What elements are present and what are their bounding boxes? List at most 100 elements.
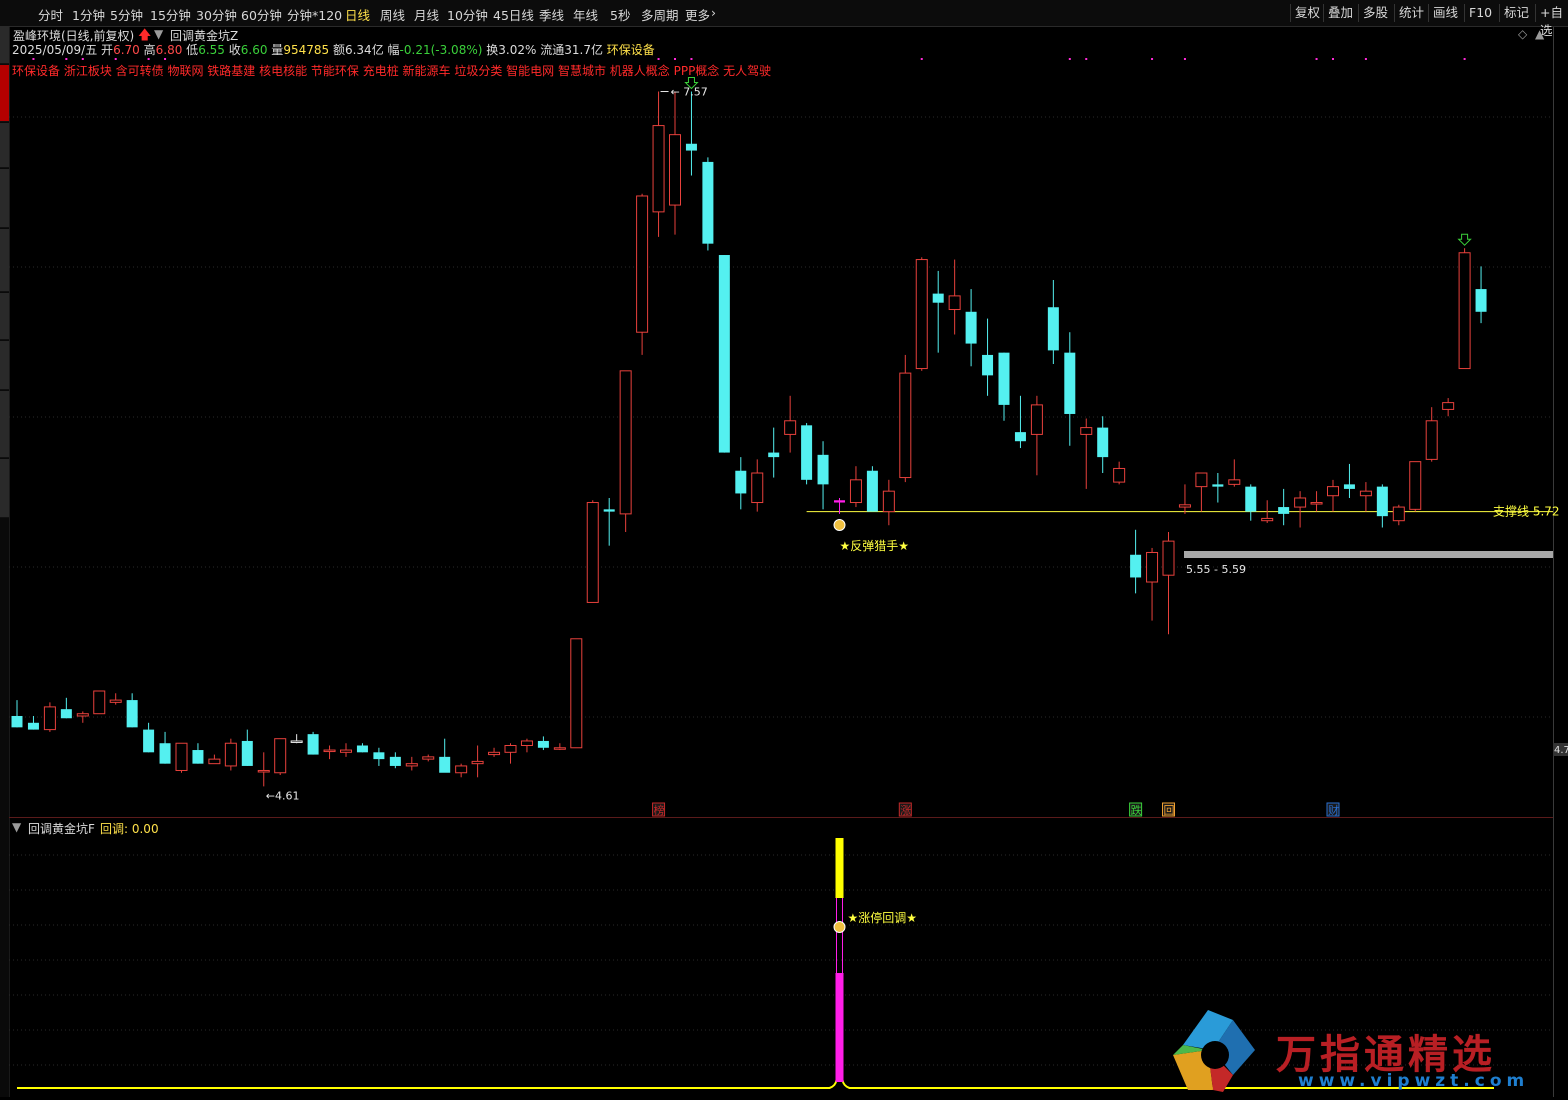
candle-body[interactable] — [208, 758, 221, 765]
candle-body[interactable] — [702, 161, 714, 244]
candle-body[interactable] — [866, 470, 878, 512]
signal-dot — [1151, 58, 1154, 60]
candle-body[interactable] — [882, 490, 895, 513]
candle-body[interactable] — [1310, 502, 1323, 505]
candle-body[interactable] — [817, 454, 829, 485]
candle-body[interactable] — [175, 742, 188, 771]
candle-body[interactable] — [340, 749, 352, 753]
candle-body[interactable] — [241, 740, 253, 766]
candle-body[interactable] — [1359, 490, 1372, 497]
candle-body[interactable] — [537, 740, 549, 748]
event-marker-label[interactable]: 财 — [1328, 803, 1339, 817]
sub-money-bag-icon — [833, 921, 846, 933]
signal-dot — [1183, 58, 1186, 60]
candle-body[interactable] — [1064, 352, 1076, 414]
candle-body[interactable] — [126, 700, 138, 728]
candle-body[interactable] — [636, 195, 649, 333]
candle-body[interactable] — [849, 479, 862, 504]
candle-body[interactable] — [915, 259, 928, 370]
candle-body[interactable] — [948, 295, 961, 311]
candle-body[interactable] — [735, 470, 747, 494]
candle-body[interactable] — [652, 125, 665, 213]
event-marker-label[interactable]: 榜 — [654, 803, 665, 817]
candle-body[interactable] — [109, 699, 122, 703]
candle-body[interactable] — [422, 756, 435, 760]
candle-body[interactable] — [471, 760, 484, 765]
candle-body[interactable] — [1376, 486, 1388, 517]
candle-body[interactable] — [1030, 404, 1043, 435]
candle-body[interactable] — [43, 706, 56, 731]
candle-body[interactable] — [965, 311, 977, 344]
candle-body[interactable] — [76, 713, 89, 717]
candle-body[interactable] — [932, 293, 944, 303]
candle-body[interactable] — [504, 745, 517, 753]
candle-body[interactable] — [192, 750, 204, 764]
candle-body[interactable] — [570, 638, 583, 749]
candle-body[interactable] — [1097, 427, 1109, 458]
candle-body[interactable] — [1343, 484, 1355, 489]
candle-body[interactable] — [389, 756, 401, 766]
event-marker-label[interactable]: 回 — [1164, 804, 1175, 817]
candle-body[interactable] — [1212, 484, 1224, 487]
candle-body[interactable] — [834, 500, 845, 503]
candle-body[interactable] — [1130, 554, 1142, 578]
candle-body[interactable] — [1278, 507, 1290, 514]
candle-body[interactable] — [586, 502, 599, 603]
event-marker-label[interactable]: 跌 — [1131, 803, 1142, 817]
candle-body[interactable] — [1014, 432, 1026, 442]
candle-body[interactable] — [1294, 497, 1307, 508]
candle-body[interactable] — [685, 143, 697, 151]
candle-body[interactable] — [488, 751, 501, 756]
candle-body[interactable] — [290, 740, 303, 743]
candle-body[interactable] — [619, 370, 632, 515]
candle-body[interactable] — [1392, 506, 1405, 522]
event-marker-label[interactable]: 涨 — [900, 804, 911, 817]
candle-body[interactable] — [899, 372, 912, 479]
candle-body[interactable] — [159, 743, 171, 764]
candle-body[interactable] — [1425, 420, 1438, 460]
candle-body[interactable] — [669, 134, 681, 206]
candle-body[interactable] — [1113, 467, 1126, 483]
candle-body[interactable] — [1475, 289, 1487, 312]
candle-body[interactable] — [1178, 504, 1191, 508]
candle-body[interactable] — [143, 729, 155, 753]
candle-body[interactable] — [1080, 427, 1093, 435]
candle-body[interactable] — [801, 425, 813, 480]
candle-body[interactable] — [1409, 461, 1422, 510]
candle-body[interactable] — [93, 690, 106, 715]
candle-body[interactable] — [439, 756, 451, 773]
candle-body[interactable] — [323, 749, 336, 753]
candle-body[interactable] — [1245, 486, 1257, 512]
candle-body[interactable] — [11, 715, 23, 728]
candle-body[interactable] — [455, 765, 468, 774]
candle-body[interactable] — [784, 420, 797, 435]
candle-body[interactable] — [257, 769, 270, 773]
candle-body[interactable] — [982, 354, 994, 376]
candle-body[interactable] — [356, 745, 368, 753]
candle-body[interactable] — [1146, 551, 1159, 583]
candle-body[interactable] — [520, 740, 533, 747]
candle-body[interactable] — [1195, 472, 1208, 488]
candle-body[interactable] — [1162, 540, 1175, 576]
candle-body[interactable] — [1228, 479, 1241, 485]
candle-body[interactable] — [1047, 307, 1059, 351]
candle-body[interactable] — [373, 752, 385, 760]
sub-spike-magenta — [835, 973, 844, 1082]
candle-body[interactable] — [1442, 402, 1455, 410]
candle-body[interactable] — [553, 747, 566, 750]
candle-body[interactable] — [274, 738, 287, 774]
candle-body[interactable] — [27, 722, 39, 730]
candle-body[interactable] — [1327, 486, 1339, 497]
candle-body[interactable] — [405, 763, 418, 767]
candle-body[interactable] — [718, 255, 730, 453]
kline-chart[interactable]: ← 7.57 ←4.61 ★反弹猎手★ 支撑线 5.72 5.55 - 5.59 4.7 榜… — [0, 0, 1568, 1097]
candle-body[interactable] — [998, 352, 1010, 405]
candle-body[interactable] — [1261, 517, 1274, 522]
candle-body[interactable] — [768, 452, 780, 458]
candle-body[interactable] — [60, 709, 72, 719]
candle-body[interactable] — [1458, 252, 1471, 370]
candle-body[interactable] — [603, 509, 615, 512]
candle-body[interactable] — [307, 734, 319, 755]
candle-body[interactable] — [224, 742, 237, 767]
candle-body[interactable] — [751, 472, 764, 504]
